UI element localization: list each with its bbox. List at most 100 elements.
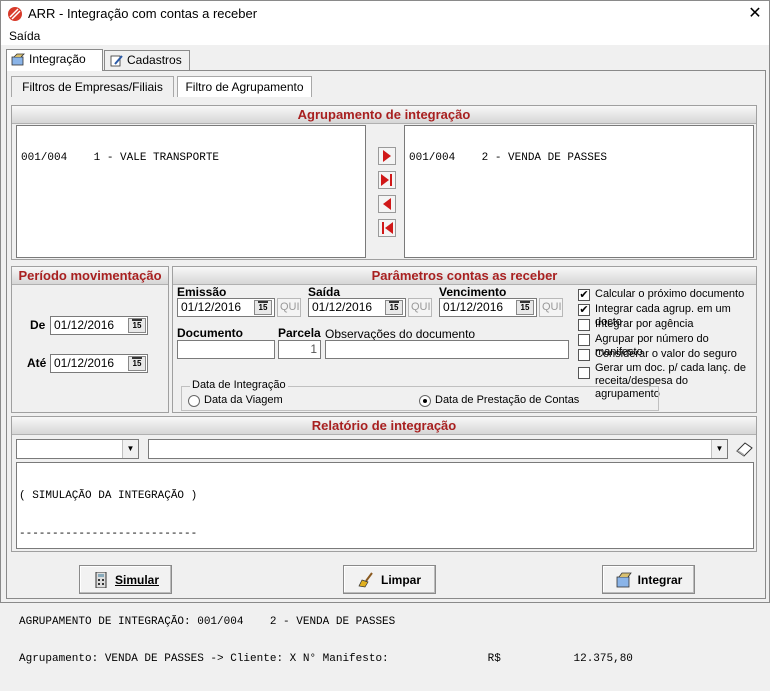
checkbox-agencia-label: Integrar por agência bbox=[595, 318, 694, 330]
relatorio-output[interactable]: ( SIMULAÇÃO DA INTEGRAÇÃO ) ------------… bbox=[16, 462, 754, 665]
relatorio-item-select[interactable]: ▼ bbox=[148, 439, 728, 459]
integrar-label: Integrar bbox=[637, 572, 683, 587]
list-item[interactable]: 001/004 1 - VALE TRANSPORTE bbox=[17, 150, 365, 166]
calendar-icon-text: 15 bbox=[388, 301, 400, 312]
radio-data-viagem-label: Data da Viagem bbox=[204, 394, 283, 406]
radio-data-viagem[interactable] bbox=[188, 395, 200, 407]
window-title: ARR - Integração com contas a receber bbox=[28, 6, 258, 21]
report-line: AGRUPAMENTO DE INTEGRAÇÃO: 001/004 2 - V… bbox=[19, 615, 396, 628]
limpar-button[interactable]: Limpar bbox=[343, 565, 436, 594]
observacoes-label: Observações do documento bbox=[325, 327, 476, 341]
selected-groups-list[interactable]: 001/004 2 - VENDA DE PASSES bbox=[404, 125, 754, 258]
documento-label: Documento bbox=[177, 326, 243, 340]
arrow-left-end-icon bbox=[382, 222, 393, 234]
integration-icon bbox=[616, 572, 632, 587]
main-window: ARR - Integração com contas a receber ✕ … bbox=[0, 0, 770, 665]
relatorio-header: Relatório de integração bbox=[12, 417, 756, 435]
report-line: Agrupamento: VENDA DE PASSES -> Cliente:… bbox=[19, 653, 633, 665]
calendar-icon-text: 15 bbox=[519, 301, 531, 312]
de-label: De bbox=[30, 318, 46, 332]
calendar-icon[interactable]: 15 bbox=[516, 300, 534, 315]
broom-icon bbox=[358, 571, 373, 587]
radio-data-prestacao[interactable] bbox=[419, 395, 431, 407]
simular-button[interactable]: Simular bbox=[79, 565, 172, 594]
close-icon[interactable]: ✕ bbox=[744, 3, 766, 25]
simular-label: Simular bbox=[114, 572, 159, 587]
periodo-header: Período movimentação bbox=[12, 267, 168, 285]
vencimento-label: Vencimento bbox=[439, 285, 507, 299]
menu-bar: Saída bbox=[1, 27, 769, 45]
observacoes-input[interactable] bbox=[325, 340, 569, 359]
move-all-left-button[interactable] bbox=[378, 219, 396, 237]
tab-integracao-label: Integração bbox=[29, 52, 86, 66]
arrow-left-icon bbox=[383, 198, 391, 210]
radio-data-prestacao-label: Data de Prestação de Contas bbox=[435, 394, 580, 406]
move-right-button[interactable] bbox=[378, 147, 396, 165]
checkbox-integrar-cada-agrup[interactable]: ✔ bbox=[578, 304, 590, 316]
report-line: ( SIMULAÇÃO DA INTEGRAÇÃO ) bbox=[19, 490, 198, 502]
checkbox-gerar-doc[interactable] bbox=[578, 367, 590, 379]
checkbox-calcular-proximo[interactable]: ✔ bbox=[578, 289, 590, 301]
de-date-value: 01/12/2016 bbox=[54, 318, 115, 332]
checkbox-seguro-label: Considerar o valor do seguro bbox=[595, 348, 737, 360]
title-bar: ARR - Integração com contas a receber ✕ bbox=[1, 1, 769, 27]
tab-cadastros-label: Cadastros bbox=[127, 53, 182, 67]
calendar-icon[interactable]: 15 bbox=[128, 356, 146, 371]
vencimento-date-value: 01/12/2016 bbox=[443, 300, 504, 314]
calendar-icon[interactable]: 15 bbox=[385, 300, 403, 315]
ate-label: Até bbox=[27, 356, 47, 370]
relatorio-group: Relatório de integração ▼ ▼ ( SIMULAÇÃO … bbox=[11, 416, 757, 665]
calendar-icon[interactable]: 15 bbox=[254, 300, 272, 315]
checkbox-integrar-agencia[interactable] bbox=[578, 319, 590, 331]
parametros-group: Parâmetros contas as receber Emissão 01/… bbox=[172, 266, 757, 413]
calendar-icon[interactable]: 15 bbox=[128, 318, 146, 333]
parcela-value: 1 bbox=[310, 342, 317, 356]
documento-input[interactable] bbox=[177, 340, 275, 359]
data-integracao-legend: Data de Integração bbox=[190, 379, 288, 391]
subtab-filtro-agrupamento[interactable]: Filtro de Agrupamento bbox=[177, 76, 312, 97]
move-all-right-button[interactable] bbox=[378, 171, 396, 189]
ate-date-value: 01/12/2016 bbox=[54, 356, 115, 370]
checkbox-agrupar-manifesto[interactable] bbox=[578, 334, 590, 346]
emissao-weekday: QUI bbox=[277, 298, 301, 317]
move-left-button[interactable] bbox=[378, 195, 396, 213]
emissao-label: Emissão bbox=[177, 285, 227, 299]
subtab-filtros-empresas[interactable]: Filtros de Empresas/Filiais bbox=[11, 76, 174, 97]
parametros-header: Parâmetros contas as receber bbox=[173, 267, 756, 285]
menu-saida[interactable]: Saída bbox=[9, 29, 40, 43]
app-logo-icon bbox=[8, 7, 22, 21]
edit-icon bbox=[110, 55, 123, 67]
checkbox-calcular-label: Calcular o próximo documento bbox=[595, 288, 745, 300]
periodo-group: Período movimentação De 01/12/2016 15 At… bbox=[11, 266, 169, 413]
saida-weekday: QUI bbox=[408, 298, 432, 317]
calendar-icon-text: 15 bbox=[131, 357, 143, 368]
integracao-panel: Filtros de Empresas/Filiais Filtro de Ag… bbox=[6, 70, 766, 665]
limpar-label: Limpar bbox=[380, 572, 421, 587]
parcela-input[interactable]: 1 bbox=[278, 340, 321, 359]
agrupamento-group: Agrupamento de integração 001/004 1 - VA… bbox=[11, 105, 757, 260]
chevron-down-icon[interactable]: ▼ bbox=[122, 440, 138, 458]
eraser-icon[interactable] bbox=[734, 438, 755, 459]
list-item[interactable]: 001/004 2 - VENDA DE PASSES bbox=[405, 150, 753, 166]
calendar-icon-text: 15 bbox=[131, 319, 143, 330]
tab-integracao[interactable]: Integração bbox=[6, 49, 103, 71]
arrow-right-end-icon bbox=[381, 174, 392, 186]
calculator-icon bbox=[95, 571, 107, 588]
emissao-date-value: 01/12/2016 bbox=[181, 300, 242, 314]
calendar-icon-text: 15 bbox=[257, 301, 269, 312]
integrar-button[interactable]: Integrar bbox=[602, 565, 695, 594]
relatorio-filter-select[interactable]: ▼ bbox=[16, 439, 139, 459]
arrow-right-icon bbox=[383, 150, 391, 162]
saida-label: Saída bbox=[308, 285, 341, 299]
chevron-down-icon[interactable]: ▼ bbox=[711, 440, 727, 458]
agrupamento-header: Agrupamento de integração bbox=[12, 106, 756, 124]
integration-icon bbox=[11, 53, 25, 66]
parcela-label: Parcela bbox=[278, 326, 321, 340]
saida-date-value: 01/12/2016 bbox=[312, 300, 373, 314]
vencimento-weekday: QUI bbox=[539, 298, 563, 317]
available-groups-list[interactable]: 001/004 1 - VALE TRANSPORTE bbox=[16, 125, 366, 258]
report-line: --------------------------- bbox=[19, 527, 198, 540]
tab-cadastros[interactable]: Cadastros bbox=[104, 50, 190, 71]
checkbox-valor-seguro[interactable] bbox=[578, 349, 590, 361]
data-integracao-fieldset: Data de Integração Data da Viagem Data d… bbox=[181, 379, 659, 411]
